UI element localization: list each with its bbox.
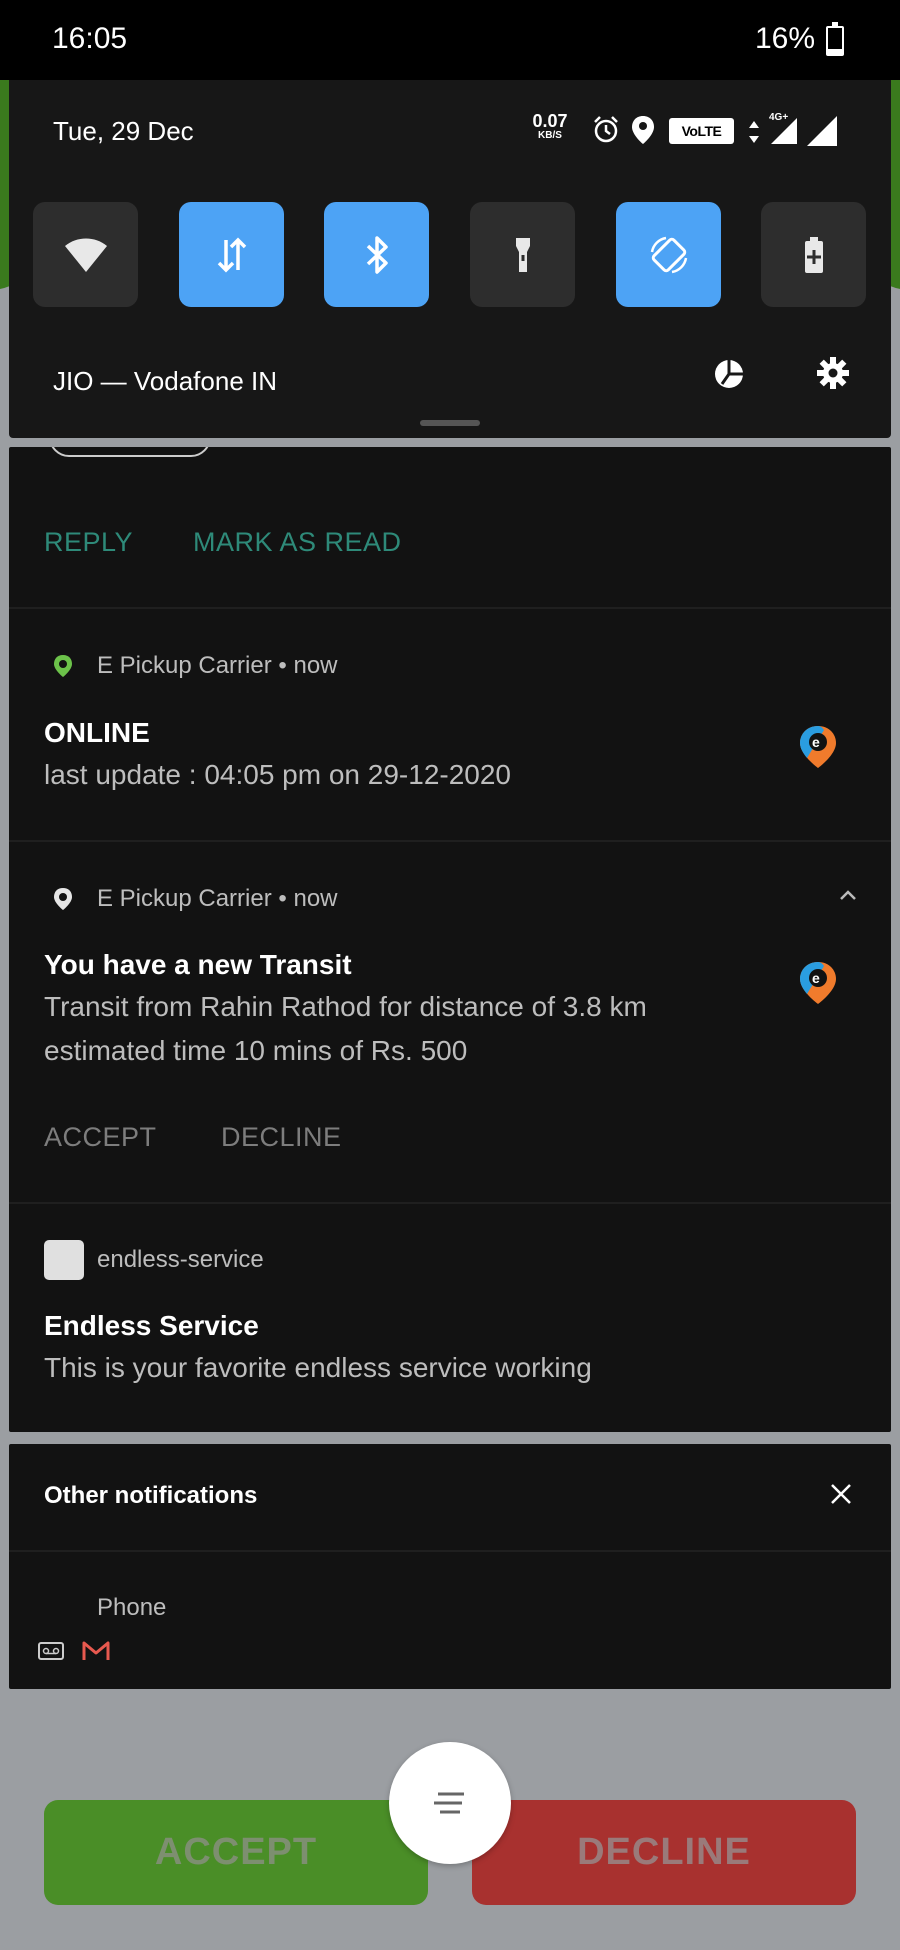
gmail-icon [81, 1640, 111, 1667]
phone-app-name[interactable]: Phone [97, 1594, 166, 1622]
notification-title[interactable]: Endless Service [44, 1310, 259, 1342]
tile-bluetooth[interactable] [324, 202, 429, 307]
settings-gear-icon[interactable] [816, 356, 850, 395]
other-notifications-group: Other notifications Phone [9, 1444, 891, 1689]
tile-flashlight[interactable] [470, 202, 575, 307]
flashlight-icon [515, 237, 530, 272]
mark-as-read-button[interactable]: MARK AS READ [193, 527, 402, 558]
reply-button[interactable]: REPLY [44, 527, 133, 558]
battery-saver-icon [804, 236, 823, 273]
accept-transit-button[interactable]: ACCEPT [44, 1122, 157, 1153]
e-pickup-app-icon [53, 887, 73, 916]
svg-text:e: e [812, 734, 820, 750]
signal-4g-icon: 4G+ [761, 110, 801, 151]
carrier-name: JIO — Vodafone IN [53, 366, 278, 396]
notification-manage-button[interactable] [389, 1742, 511, 1864]
close-icon[interactable] [829, 1482, 853, 1511]
notification-list: REPLY MARK AS READ E Pickup Carrier • no… [9, 447, 891, 1432]
endless-service-app-icon [44, 1240, 84, 1280]
battery-icon [826, 22, 844, 56]
notification-header: E Pickup Carrier • now [97, 652, 338, 680]
notification-header: E Pickup Carrier • now [97, 885, 338, 913]
wifi-icon [64, 238, 107, 272]
svg-text:4G+: 4G+ [769, 112, 788, 123]
data-usage-icon[interactable] [713, 358, 745, 395]
svg-text:e: e [812, 970, 820, 986]
status-time: 16:05 [52, 22, 128, 55]
bluetooth-icon [366, 235, 388, 274]
volte-badge: VoLTE [669, 118, 734, 144]
signal-icon [805, 114, 839, 153]
e-pickup-logo-icon: e [798, 960, 838, 1011]
divider [9, 840, 891, 842]
mobile-data-icon [217, 237, 246, 272]
app-name: E Pickup Carrier [97, 652, 272, 679]
tile-wifi[interactable] [33, 202, 138, 307]
tile-mobile-data[interactable] [179, 202, 284, 307]
battery-percent: 16% [754, 22, 815, 55]
network-speed-value: 0.07 [532, 111, 568, 131]
notification-body[interactable]: last update : 04:05 pm on 29-12-2020 [44, 753, 764, 797]
data-activity-icon [748, 120, 760, 149]
notification-title[interactable]: ONLINE [44, 717, 150, 749]
network-speed-unit: KB/S [538, 130, 562, 141]
separator-dot: • [278, 652, 287, 679]
divider [9, 1550, 891, 1552]
app-accept-button[interactable]: ACCEPT [44, 1800, 428, 1905]
app-decline-button[interactable]: DECLINE [472, 1800, 856, 1905]
list-icon [434, 1792, 464, 1814]
other-notifications-title: Other notifications [44, 1482, 258, 1509]
qs-date[interactable]: Tue, 29 Dec [53, 116, 194, 147]
message-reply-chip[interactable] [49, 447, 211, 457]
collapse-chevron-icon[interactable] [839, 885, 857, 906]
notification-body[interactable]: Transit from Rahin Rathod for distance o… [44, 985, 764, 1073]
separator-dot: • [278, 885, 287, 912]
app-name: endless-service [97, 1246, 264, 1273]
app-name: E Pickup Carrier [97, 885, 272, 912]
network-speed: 0.07 KB/S [528, 112, 572, 141]
status-bar: 16:05 16% [0, 0, 900, 80]
location-icon [630, 114, 656, 151]
e-pickup-logo-icon: e [798, 724, 838, 775]
voicemail-icon [37, 1640, 65, 1667]
tile-battery-saver[interactable] [761, 202, 866, 307]
quick-settings-panel: Tue, 29 Dec 0.07 KB/S VoLTE 4G+ JIO — Vo… [9, 80, 891, 438]
notification-time: now [293, 885, 338, 912]
notification-title[interactable]: You have a new Transit [44, 949, 352, 981]
divider [9, 607, 891, 609]
divider [9, 1202, 891, 1204]
notification-body[interactable]: This is your favorite endless service wo… [44, 1346, 764, 1390]
tile-auto-rotate[interactable] [616, 202, 721, 307]
decline-transit-button[interactable]: DECLINE [221, 1122, 342, 1153]
panel-drag-handle[interactable] [420, 420, 480, 426]
alarm-icon [590, 114, 622, 151]
e-pickup-app-icon [53, 654, 73, 683]
auto-rotate-icon [650, 236, 687, 273]
notification-time: now [293, 652, 338, 679]
